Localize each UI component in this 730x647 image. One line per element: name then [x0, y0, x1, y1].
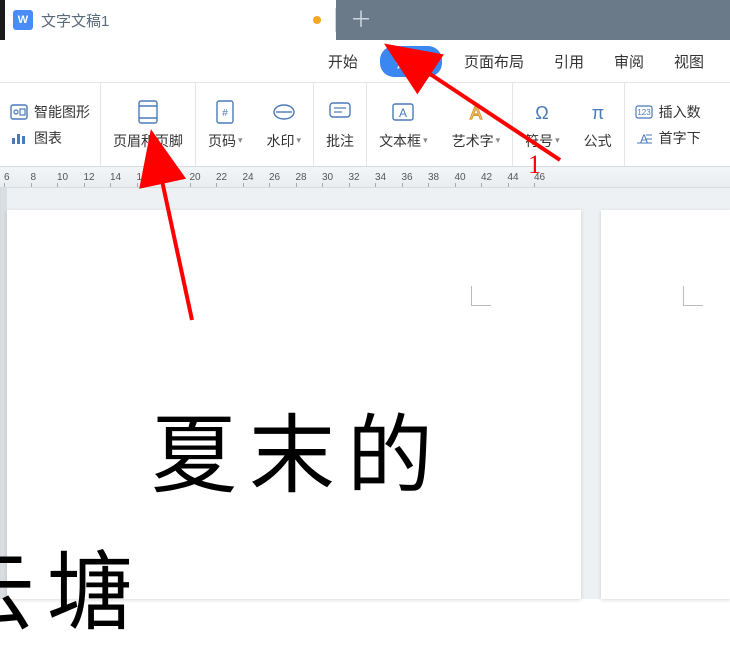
comment-label: 批注: [326, 131, 354, 151]
comment-icon: [327, 99, 353, 125]
comment-button[interactable]: 批注: [314, 83, 367, 166]
svg-text:A: A: [399, 106, 407, 120]
chart-button[interactable]: 图表: [10, 128, 90, 148]
page[interactable]: 夏末的 云塘: [7, 210, 581, 599]
chart-icon: [10, 130, 28, 146]
ruler-tick: 12: [84, 172, 111, 183]
watermark-icon: [271, 99, 297, 125]
page[interactable]: [601, 210, 730, 599]
ruler-tick: 28: [296, 172, 323, 183]
menu-view[interactable]: 视图: [666, 47, 712, 76]
ribbon-group-right: 123 插入数 A 首字下: [625, 83, 711, 166]
chevron-down-icon: ▾: [555, 135, 560, 146]
ruler-tick: 8: [31, 172, 58, 183]
svg-text:π: π: [591, 103, 603, 123]
header-footer-icon: [135, 99, 161, 125]
ruler-tick: 34: [375, 172, 402, 183]
insert-number-label: 插入数: [659, 102, 701, 122]
page-number-label: 页码: [208, 131, 236, 151]
header-marker-icon: [471, 286, 491, 306]
ruler-tick: 26: [269, 172, 296, 183]
textbox-icon: A: [390, 99, 416, 125]
document-tab[interactable]: W 文字文稿1: [5, 0, 335, 40]
menu-review[interactable]: 审阅: [606, 47, 652, 76]
drop-cap-button[interactable]: A 首字下: [635, 128, 701, 148]
header-footer-label: 页眉和页脚: [113, 131, 183, 151]
svg-text:123: 123: [637, 108, 651, 117]
watermark-label: 水印: [267, 131, 295, 151]
textbox-label: 文本框: [379, 131, 421, 151]
watermark-button[interactable]: 水印▾: [255, 83, 315, 166]
ruler-tick: 14: [110, 172, 137, 183]
symbol-icon: Ω: [529, 99, 555, 125]
ruler-tick: 22: [216, 172, 243, 183]
equation-button[interactable]: π 公式: [572, 83, 625, 166]
menu-bar: 开始 插入 页面布局 引用 审阅 视图: [0, 40, 730, 82]
annotation-label: 1: [528, 150, 541, 180]
ruler-tick: 24: [243, 172, 270, 183]
title-bar: W 文字文稿1 ＋: [0, 0, 730, 40]
menu-start[interactable]: 开始: [320, 47, 366, 76]
header-marker-icon: [683, 286, 703, 306]
svg-text:A: A: [470, 103, 482, 123]
tab-strip: ＋: [336, 0, 730, 40]
chevron-down-icon: ▾: [238, 135, 243, 146]
document-text-line: 夏末的: [151, 385, 445, 510]
document-text-line: 云塘: [0, 522, 145, 647]
smartart-label: 智能图形: [34, 102, 90, 122]
insert-number-icon: 123: [635, 105, 653, 119]
page-number-button[interactable]: # 页码▾: [196, 83, 255, 166]
chart-label: 图表: [34, 128, 62, 148]
ruler-tick: 30: [322, 172, 349, 183]
ruler-tick: 10: [57, 172, 84, 183]
header-footer-button[interactable]: 页眉和页脚: [101, 83, 196, 166]
wordart-icon: A: [463, 99, 489, 125]
ruler[interactable]: 6 8 10 12 14 16 18 20 22 24 26 28 30 32 …: [0, 166, 730, 188]
svg-text:Ω: Ω: [536, 103, 549, 123]
chevron-down-icon: ▾: [423, 135, 428, 146]
menu-references[interactable]: 引用: [546, 47, 592, 76]
ruler-tick: 38: [428, 172, 455, 183]
ruler-tick: 6: [4, 172, 31, 183]
ruler-tick: 20: [190, 172, 217, 183]
ribbon-group-diagrams: 智能图形 图表: [0, 83, 101, 166]
doc-icon: W: [13, 10, 33, 30]
chevron-down-icon: ▾: [496, 135, 501, 146]
ruler-tick: 42: [481, 172, 508, 183]
page-number-icon: #: [213, 99, 237, 125]
unsaved-indicator-icon: [313, 16, 321, 24]
chevron-down-icon: ▾: [297, 135, 302, 146]
drop-cap-label: 首字下: [659, 128, 701, 148]
wordart-label: 艺术字: [452, 131, 494, 151]
document-title: 文字文稿1: [41, 10, 109, 31]
equation-icon: π: [585, 99, 611, 125]
ruler-tick: 36: [402, 172, 429, 183]
menu-insert[interactable]: 插入: [380, 46, 442, 77]
new-tab-button[interactable]: ＋: [350, 9, 372, 31]
smartart-icon: [10, 104, 28, 120]
drop-cap-icon: A: [635, 131, 653, 145]
insert-number-button[interactable]: 123 插入数: [635, 102, 701, 122]
textbox-button[interactable]: A 文本框▾: [367, 83, 440, 166]
ruler-tick: 18: [163, 172, 190, 183]
wordart-button[interactable]: A 艺术字▾: [440, 83, 514, 166]
ruler-tick: 16: [137, 172, 164, 183]
svg-text:#: #: [222, 108, 228, 119]
smartart-button[interactable]: 智能图形: [10, 102, 90, 122]
ribbon: 智能图形 图表 页眉和页脚 # 页码▾ 水印▾ 批注 A 文本框▾ A 艺术字▾…: [0, 82, 730, 166]
menu-page-layout[interactable]: 页面布局: [456, 47, 532, 76]
ruler-tick: 32: [349, 172, 376, 183]
symbol-label: 符号: [525, 131, 553, 151]
symbol-button[interactable]: Ω 符号▾: [513, 83, 572, 166]
ruler-tick: 40: [455, 172, 482, 183]
equation-label: 公式: [584, 131, 612, 151]
document-area[interactable]: 夏末的 云塘: [0, 188, 730, 599]
